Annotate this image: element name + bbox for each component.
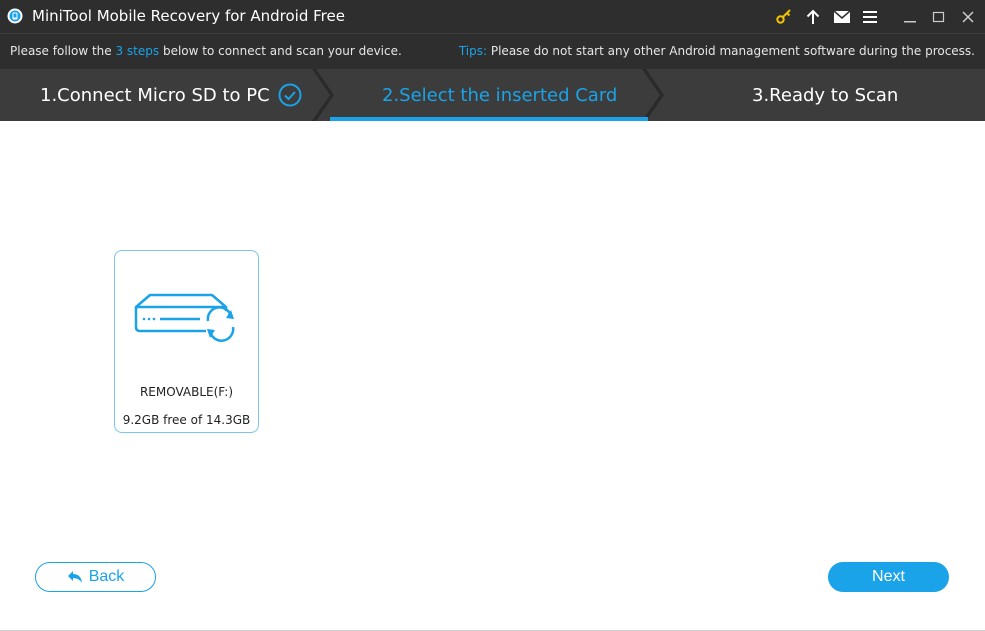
drive-card-removable[interactable]: REMOVABLE(F:) 9.2GB free of 14.3GB [114, 250, 259, 433]
step-2-select-card: 2.Select the inserted Card [382, 85, 618, 106]
back-button[interactable]: Back [35, 562, 156, 592]
close-icon[interactable] [957, 6, 979, 28]
minimize-icon[interactable] [899, 6, 921, 28]
upgrade-arrow-icon[interactable] [802, 6, 824, 28]
key-icon[interactable] [773, 6, 795, 28]
removable-drive-icon [134, 291, 240, 343]
menu-icon[interactable] [859, 6, 881, 28]
step-1-connect: 1.Connect Micro SD to PC [40, 85, 270, 106]
steps-bar: 1.Connect Micro SD to PC 2.Select the in… [0, 69, 985, 121]
steps-highlight: 3 steps [115, 44, 160, 58]
app-logo-icon [7, 8, 23, 24]
tips-text: Tips: Please do not start any other Andr… [459, 44, 975, 58]
tips-body: Please do not start any other Android ma… [487, 44, 975, 58]
back-button-label: Back [88, 568, 125, 585]
active-step-indicator [330, 117, 648, 121]
next-button-label: Next [872, 568, 905, 585]
drive-capacity: 9.2GB free of 14.3GB [122, 413, 251, 427]
window-title: MiniTool Mobile Recovery for Android Fre… [32, 7, 345, 25]
step-separator-icon [312, 69, 334, 121]
instruction-suffix: below to connect and scan your device. [159, 44, 402, 58]
next-button[interactable]: Next [828, 562, 949, 592]
info-bar: Please follow the 3 steps below to conne… [0, 33, 985, 69]
maximize-icon[interactable] [928, 6, 950, 28]
mail-icon[interactable] [831, 6, 853, 28]
step-3-ready-to-scan: 3.Ready to Scan [752, 85, 899, 106]
title-bar: MiniTool Mobile Recovery for Android Fre… [0, 0, 985, 33]
back-arrow-icon [67, 571, 82, 583]
instruction-text: Please follow the 3 steps below to conne… [10, 44, 402, 58]
instruction-prefix: Please follow the [10, 44, 116, 58]
check-circle-icon [278, 83, 302, 107]
tips-label: Tips: [458, 44, 488, 58]
drive-name: REMOVABLE(F:) [139, 385, 234, 399]
step-separator-icon [642, 69, 664, 121]
